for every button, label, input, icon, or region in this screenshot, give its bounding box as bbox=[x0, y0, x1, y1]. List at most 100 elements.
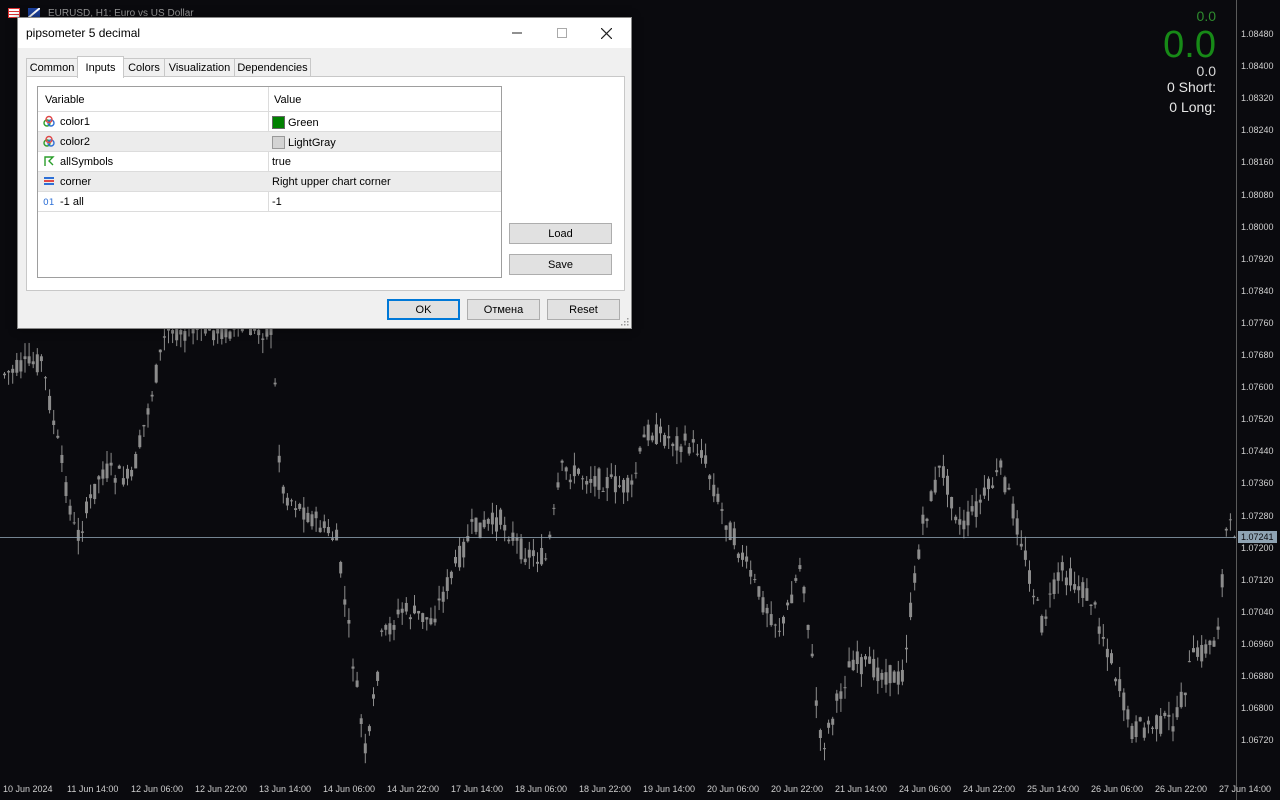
candle-body bbox=[212, 330, 216, 341]
input-row-corner[interactable]: corner Right upper chart corner bbox=[38, 172, 501, 192]
candle-body bbox=[1122, 692, 1126, 711]
candle-body bbox=[572, 465, 576, 477]
input-value[interactable]: LightGray bbox=[272, 136, 336, 149]
candle-body bbox=[753, 579, 757, 581]
pips-long-row: 0 Long: bbox=[1169, 99, 1216, 115]
candle-body bbox=[228, 331, 232, 339]
candle-body bbox=[622, 479, 626, 493]
candle-body bbox=[1097, 626, 1101, 634]
reset-button[interactable]: Reset bbox=[547, 299, 620, 320]
time-tick-label: 14 Jun 22:00 bbox=[387, 784, 440, 794]
candle-body bbox=[314, 511, 318, 519]
candle-body bbox=[117, 465, 121, 469]
input-value[interactable]: Right upper chart corner bbox=[272, 176, 391, 188]
candle-body bbox=[11, 368, 15, 373]
tab-visualization[interactable]: Visualization bbox=[164, 58, 235, 77]
candle-body bbox=[974, 501, 978, 517]
close-button[interactable] bbox=[584, 18, 629, 48]
tab-colors[interactable]: Colors bbox=[123, 58, 165, 77]
candle-body bbox=[909, 602, 913, 618]
candle-body bbox=[1110, 653, 1113, 664]
input-name: allSymbols bbox=[60, 156, 114, 168]
column-variable[interactable]: Variable bbox=[45, 94, 85, 106]
input-value[interactable]: Green bbox=[272, 116, 319, 129]
input-row-color2[interactable]: color2 LightGray bbox=[38, 132, 501, 152]
candle-body bbox=[1187, 661, 1191, 663]
price-tick-label: 1.08000 bbox=[1241, 221, 1274, 232]
candle-body bbox=[962, 520, 966, 530]
input-row-color1[interactable]: color1 Green bbox=[38, 112, 501, 132]
candle-body bbox=[495, 517, 498, 532]
candle-body bbox=[183, 330, 187, 341]
input-row-all[interactable]: 01 -1 all -1 bbox=[38, 192, 501, 212]
load-button[interactable]: Load bbox=[509, 223, 612, 244]
cancel-button[interactable]: Отмена bbox=[467, 299, 540, 320]
candle-body bbox=[552, 507, 556, 509]
candle-body bbox=[179, 329, 183, 335]
candle-body bbox=[1093, 602, 1097, 605]
ok-button[interactable]: OK bbox=[387, 299, 460, 320]
candle-body bbox=[999, 460, 1003, 468]
candle-body bbox=[667, 436, 671, 439]
candle-body bbox=[601, 491, 605, 493]
candle-body bbox=[958, 519, 962, 525]
candle-body bbox=[634, 472, 638, 474]
minimize-button[interactable] bbox=[494, 18, 539, 48]
candle-body bbox=[700, 450, 703, 458]
tab-common[interactable]: Common bbox=[26, 58, 78, 77]
time-tick-label: 24 Jun 22:00 bbox=[963, 784, 1016, 794]
candle-body bbox=[823, 748, 826, 750]
candle-body bbox=[1220, 574, 1224, 588]
input-row-allsymbols[interactable]: allSymbols true bbox=[38, 152, 501, 172]
candle-body bbox=[171, 329, 175, 334]
integer-icon: 01 bbox=[43, 198, 54, 207]
tab-dependencies[interactable]: Dependencies bbox=[234, 58, 311, 77]
maximize-button[interactable] bbox=[539, 18, 584, 48]
candle-body bbox=[80, 531, 84, 533]
candle-body bbox=[868, 656, 872, 664]
candle-body bbox=[1224, 528, 1228, 531]
input-value[interactable]: true bbox=[272, 156, 291, 168]
candle-body bbox=[1056, 572, 1060, 581]
input-value[interactable]: -1 bbox=[272, 196, 282, 208]
price-tick-label: 1.07200 bbox=[1241, 542, 1274, 553]
bool-icon bbox=[44, 156, 55, 166]
candle-body bbox=[298, 503, 302, 509]
candle-body bbox=[847, 661, 851, 668]
candle-body bbox=[827, 722, 831, 728]
inputs-grid[interactable]: Variable Value color1 Green color2 Light… bbox=[37, 86, 502, 278]
candle-body bbox=[113, 478, 117, 483]
candle-body bbox=[462, 541, 466, 558]
candle-body bbox=[1048, 593, 1052, 595]
candle-body bbox=[523, 558, 527, 563]
save-button[interactable]: Save bbox=[509, 254, 612, 275]
candle-body bbox=[987, 478, 990, 490]
candle-body bbox=[835, 693, 839, 701]
color-swatch bbox=[272, 116, 285, 129]
candle-body bbox=[577, 468, 580, 474]
tab-inputs[interactable]: Inputs bbox=[77, 56, 124, 78]
candle-body bbox=[663, 435, 667, 446]
candle-body bbox=[777, 630, 781, 632]
candle-body bbox=[765, 607, 769, 614]
resize-grip-icon[interactable] bbox=[621, 318, 629, 326]
column-value[interactable]: Value bbox=[274, 94, 301, 106]
candle-body bbox=[843, 687, 847, 689]
candle-body bbox=[1052, 579, 1056, 594]
time-tick-label: 18 Jun 22:00 bbox=[579, 784, 632, 794]
candle-body bbox=[515, 537, 519, 541]
candle-body bbox=[1060, 562, 1064, 571]
candle-body bbox=[642, 434, 646, 438]
price-tick-label: 1.06880 bbox=[1241, 671, 1274, 681]
time-tick-label: 21 Jun 14:00 bbox=[835, 784, 888, 794]
candle-body bbox=[782, 616, 785, 624]
candle-body bbox=[449, 571, 453, 579]
candle-body bbox=[671, 443, 675, 447]
candle-body bbox=[1155, 715, 1159, 730]
dialog-titlebar[interactable]: pipsometer 5 decimal bbox=[18, 18, 631, 48]
candle-body bbox=[158, 349, 162, 353]
candle-body bbox=[540, 547, 544, 565]
candle-body bbox=[1073, 584, 1077, 590]
candle-body bbox=[531, 550, 535, 557]
candle-body bbox=[507, 539, 511, 542]
